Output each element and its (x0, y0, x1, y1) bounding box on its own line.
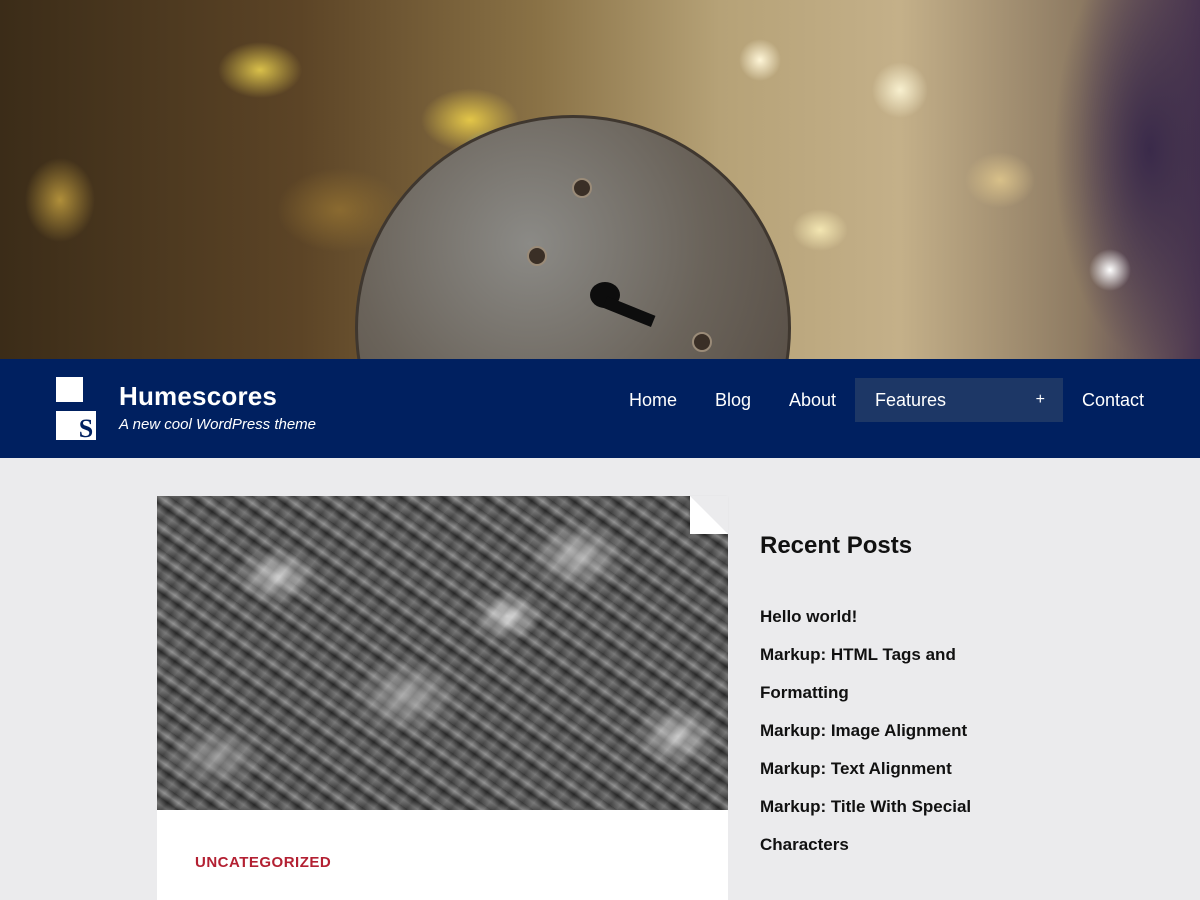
corner-fold-decoration (690, 496, 728, 534)
post-featured-image[interactable] (157, 496, 728, 810)
site-header: S Humescores A new cool WordPress theme … (0, 359, 1200, 458)
rivet-decoration (572, 178, 592, 198)
nav-item-about[interactable]: About (789, 378, 836, 422)
nav-item-blog[interactable]: Blog (715, 378, 751, 422)
recent-post-link[interactable]: Formatting (760, 674, 1060, 712)
submenu-toggle-icon[interactable]: + (1036, 378, 1045, 422)
recent-post-link[interactable]: Markup: Title With Special (760, 788, 1060, 826)
post-card-body: UNCATEGORIZED (157, 810, 728, 900)
recent-post-link[interactable]: Characters (760, 826, 1060, 864)
hero-image (0, 0, 1200, 359)
padlock-illustration (355, 115, 791, 359)
recent-post-link[interactable]: Hello world! (760, 598, 1060, 636)
recent-posts-list: Hello world! Markup: HTML Tags and Forma… (760, 598, 1060, 864)
recent-post-link[interactable]: Markup: Text Alignment (760, 750, 1060, 788)
nav-item-features[interactable]: Features + (855, 378, 1063, 422)
nav-item-features-label: Features (875, 390, 947, 410)
nav-item-contact[interactable]: Contact (1082, 378, 1144, 422)
rivet-decoration (692, 332, 712, 352)
recent-posts-heading: Recent Posts (760, 532, 913, 559)
primary-navigation: Home Blog About Features + Contact (0, 378, 1200, 422)
recent-post-link[interactable]: Markup: HTML Tags and (760, 636, 1060, 674)
post-category-link[interactable]: UNCATEGORIZED (195, 854, 331, 871)
leaves-texture (157, 496, 728, 810)
rivet-decoration (527, 246, 547, 266)
recent-post-link[interactable]: Markup: Image Alignment (760, 712, 1060, 750)
sidebar: Recent Posts Hello world! Markup: HTML T… (760, 528, 1060, 864)
nav-item-home[interactable]: Home (629, 378, 677, 422)
